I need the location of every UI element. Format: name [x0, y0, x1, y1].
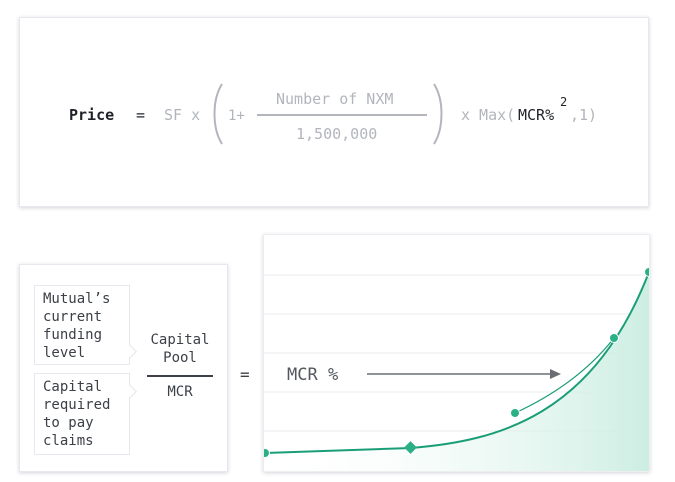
mcr-curve-svg: MCR %: [264, 267, 649, 471]
formula-exponent: 2: [560, 95, 568, 109]
curve-point: [264, 448, 270, 458]
curve-point: [609, 333, 619, 343]
capital-required-box: Capital required to pay claims: [34, 373, 130, 455]
right-paren-icon: [433, 83, 443, 145]
formula-mcr-pct: MCR%: [518, 106, 555, 124]
arrow-head-icon: [550, 369, 561, 379]
ratio-fraction-bar: [147, 375, 213, 377]
funding-level-box: Mutual’s current funding level: [34, 285, 130, 365]
capital-required-line: Capital: [43, 379, 103, 395]
mcr-curve-chart: MCR %: [263, 234, 650, 472]
ratio-denominator-mcr: MCR: [167, 384, 193, 400]
formula-numerator: Number of NXM: [276, 90, 394, 108]
formula-card: Price = SF x 1+ Number of NXM 1,500,000 …: [19, 17, 649, 207]
mcr-ratio-card: Mutual’s current funding level Capital r…: [19, 264, 228, 472]
mcr-arrow-label: MCR %: [287, 365, 338, 385]
funding-level-line: current: [43, 309, 103, 325]
capital-pool-line: Pool: [163, 350, 197, 366]
capital-pool-label: Capital Pool: [148, 331, 212, 367]
formula-x-max: x Max(: [461, 106, 516, 124]
capital-required-line: required: [43, 397, 111, 413]
formula-fraction-bar: [257, 114, 427, 116]
curve-point: [510, 408, 520, 418]
ratio-equals: =: [240, 365, 250, 384]
formula-tail: ,1): [570, 106, 598, 124]
left-paren-icon: [213, 83, 223, 145]
funding-level-line: Mutual’s: [43, 291, 111, 307]
curve-point: [644, 267, 649, 277]
capital-required-line: claims: [43, 433, 94, 449]
formula-denominator: 1,500,000: [296, 125, 378, 143]
capital-required-line: to pay: [43, 415, 94, 431]
funding-level-line: level: [43, 345, 86, 361]
formula-sf-x: SF x: [164, 106, 201, 124]
funding-level-line: funding: [43, 327, 103, 343]
formula-price-label: Price: [69, 106, 115, 124]
formula-one-plus: 1+: [228, 108, 245, 124]
formula-equals: =: [136, 106, 146, 124]
capital-pool-line: Capital: [150, 332, 210, 348]
